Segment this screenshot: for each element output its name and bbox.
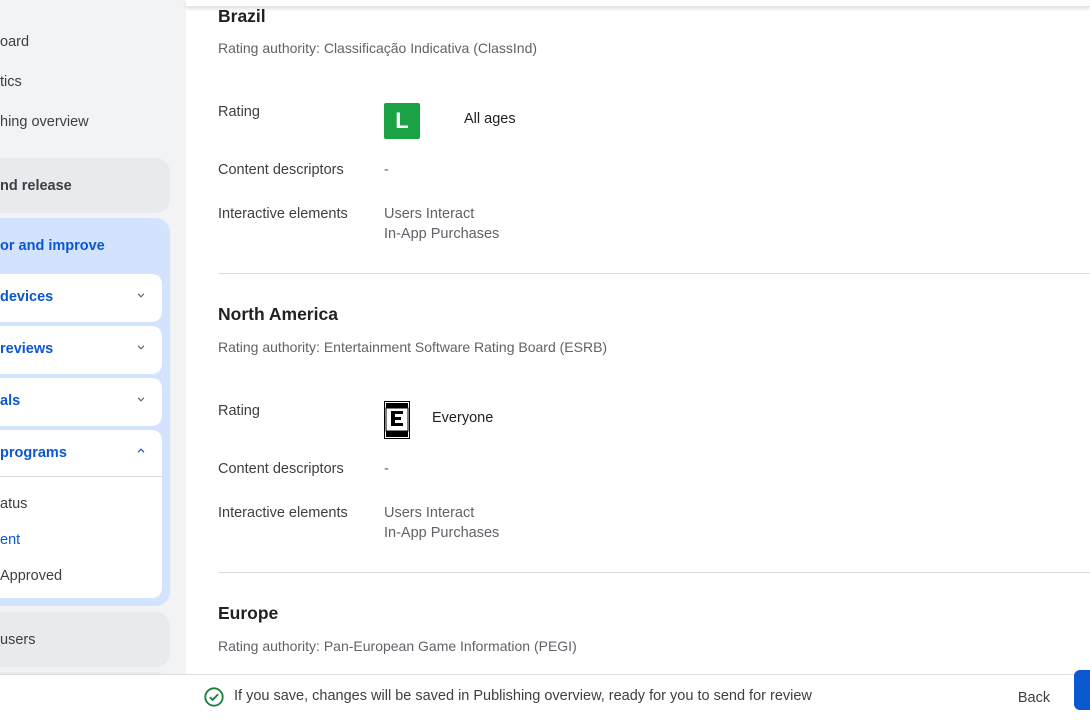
sidebar-card-label: reviews [0,341,54,357]
esrb-everyone-icon [384,401,410,439]
interactive-element: Users Interact [384,206,475,222]
section-title: North America [218,304,338,324]
section-title: Europe [218,603,279,623]
interactive-elements-label: Interactive elements [218,505,348,521]
rating-value: All ages [464,111,516,127]
sidebar-card-vitals[interactable]: als [0,378,162,426]
sticky-header-shadow [186,0,1090,7]
save-button[interactable] [1074,670,1090,710]
classind-L-icon: L [384,103,420,139]
sidebar-item-publishing-overview[interactable]: hing overview [0,114,89,130]
rating-label: Rating [218,104,260,120]
content-descriptors-value: - [384,461,389,477]
save-bar: If you save, changes will be saved in Pu… [0,670,1090,723]
save-info-message: If you save, changes will be saved in Pu… [234,688,812,704]
sidebar-card-label[interactable]: programs [0,445,67,461]
sidebar-group-release-label: nd release [0,178,72,194]
interactive-elements-label: Interactive elements [218,206,348,222]
main-content: Brazil Rating authority: Classificação I… [186,0,1090,675]
rating-section-europe: Europe Rating authority: Pan-European Ga… [218,573,1090,675]
interactive-elements-value: Users Interact In-App Purchases [384,204,499,244]
interactive-element: In-App Purchases [384,525,500,541]
rating-label: Rating [218,403,260,419]
rating-section-north-america: North America Rating authority: Entertai… [218,274,1090,573]
chevron-up-icon[interactable] [134,444,148,458]
rating-section-brazil: Brazil Rating authority: Classificação I… [218,0,1090,274]
interactive-element: Users Interact [384,505,475,521]
interactive-elements-value: Users Interact In-App Purchases [384,503,499,543]
rating-authority: Rating authority: Entertainment Software… [218,339,608,355]
check-circle-icon [204,687,224,707]
sidebar-group-monitor-label[interactable]: or and improve [0,238,105,254]
sidebar-card-label: als [0,393,21,409]
sidebar-card-label: devices [0,289,54,305]
sidebar-group-users-label: users [0,632,36,648]
rating-authority: Rating authority: Pan-European Game Info… [218,638,577,654]
sidebar-group-monitor: or and improve devices reviews als progr… [0,218,170,606]
sidebar-card-programs: programs atus ent Approved [0,430,162,598]
sidebar: oard tics hing overview nd release or an… [0,0,186,723]
chevron-down-icon [137,397,145,402]
chevron-down-icon [137,293,145,298]
content-descriptors-label: Content descriptors [218,162,344,178]
sidebar-subitem-approved[interactable]: Approved [0,568,62,584]
sidebar-card-devices[interactable]: devices [0,274,162,322]
section-title: Brazil [218,6,266,26]
sidebar-group-release[interactable]: nd release [0,158,170,213]
sidebar-item-dashboard[interactable]: oard [0,34,29,50]
content-descriptors-value: - [384,162,389,178]
divider [0,476,162,477]
back-button[interactable]: Back [1008,681,1060,715]
interactive-element: In-App Purchases [384,226,500,242]
sidebar-card-reviews[interactable]: reviews [0,326,162,374]
rating-value: Everyone [432,410,494,426]
rating-authority: Rating authority: Classificação Indicati… [218,40,538,56]
chevron-down-icon [137,345,145,350]
sidebar-item-statistics[interactable]: tics [0,74,22,90]
content-descriptors-label: Content descriptors [218,461,344,477]
sidebar-subitem-content[interactable]: ent [0,532,20,548]
sidebar-subitem-status[interactable]: atus [0,496,27,512]
sidebar-group-users[interactable]: users [0,612,170,667]
